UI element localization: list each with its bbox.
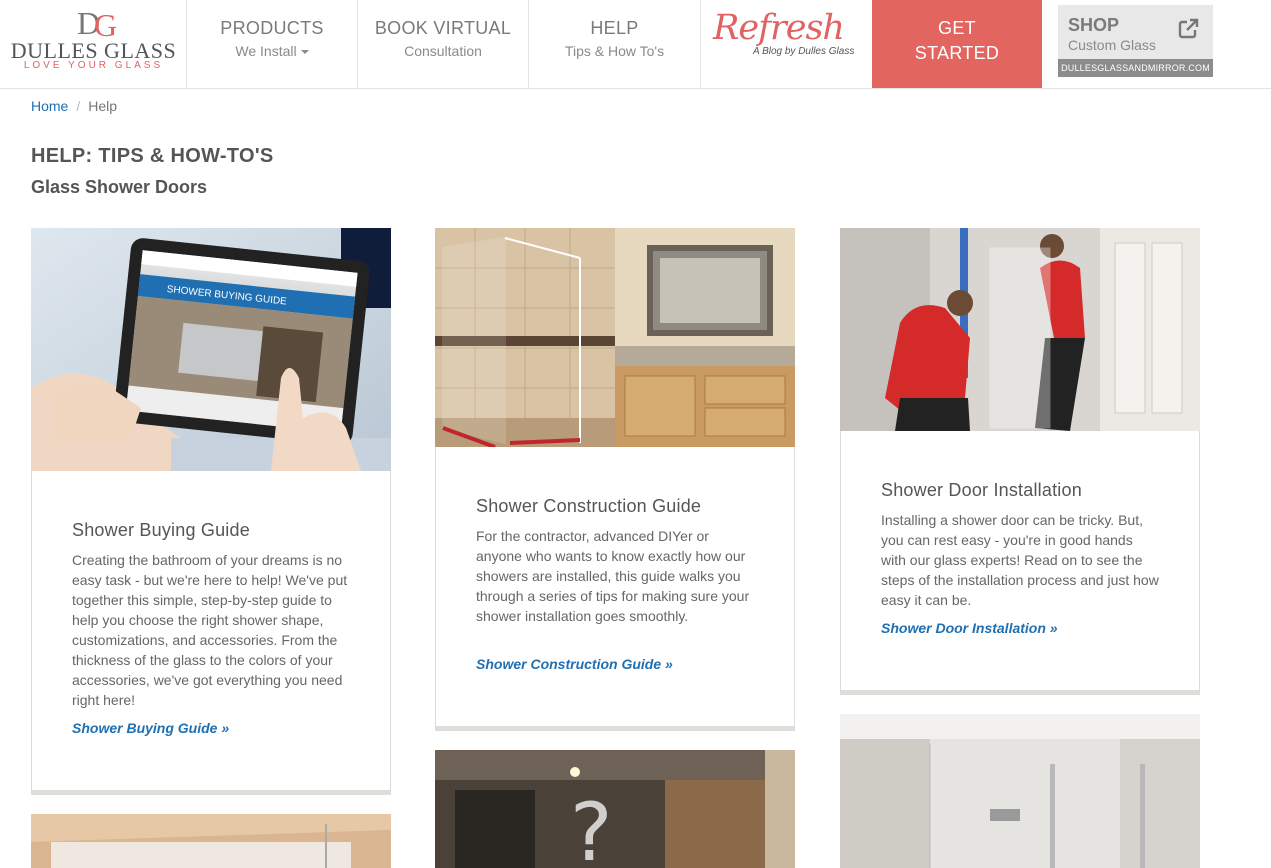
nav-products-sub: We Install xyxy=(187,43,357,59)
card-shower-door-installation: Shower Door Installation Installing a sh… xyxy=(840,228,1200,691)
breadcrumb-home[interactable]: Home xyxy=(31,98,68,114)
card-shower-buying-guide: SHOWER BUYING GUIDE Shower Buying Guide … xyxy=(31,228,391,791)
installers-photo xyxy=(840,228,1200,431)
breadcrumb-separator: / xyxy=(76,98,81,114)
page-title: HELP: TIPS & HOW-TO'S xyxy=(31,145,274,167)
shower-door-installation-link[interactable]: Shower Door Installation » xyxy=(881,620,1058,636)
card-description: For the contractor, advanced DIYer or an… xyxy=(476,528,750,624)
breadcrumb: Home / Help xyxy=(31,98,117,114)
dg-monogram-icon: D G xyxy=(77,5,117,40)
nav-products-sub-text: We Install xyxy=(235,43,297,59)
svg-text:G: G xyxy=(94,7,117,40)
page-subtitle: Glass Shower Doors xyxy=(31,177,208,197)
bathroom-photo xyxy=(435,228,795,447)
nav-book-virtual[interactable]: BOOK VIRTUAL Consultation xyxy=(358,0,529,88)
shop-subtitle: Custom Glass xyxy=(1068,37,1156,53)
next-card-image-col1[interactable] xyxy=(31,814,391,868)
tablet-photo: SHOWER BUYING GUIDE xyxy=(31,228,391,471)
glass-shower-photo xyxy=(840,714,1200,868)
nav-products-label: PRODUCTS xyxy=(220,18,324,38)
nav-book-virtual-label: BOOK VIRTUAL xyxy=(374,18,512,38)
svg-text:?: ? xyxy=(570,786,612,868)
refresh-blog-link[interactable]: Refresh A Blog by Dulles Glass xyxy=(701,0,872,88)
breadcrumb-current: Help xyxy=(88,98,118,114)
shower-construction-guide-link[interactable]: Shower Construction Guide » xyxy=(476,656,673,672)
next-card-image-col2[interactable]: ? xyxy=(435,750,795,868)
caret-down-icon xyxy=(300,50,309,55)
nav-help-label: HELP xyxy=(590,18,639,38)
shop-custom-glass-button[interactable]: SHOP Custom Glass DULLESGLASSANDMIRROR.C… xyxy=(1058,5,1213,77)
card-title: Shower Buying Guide xyxy=(72,520,250,540)
card-description: Installing a shower door can be tricky. … xyxy=(881,512,1159,608)
nav-products[interactable]: PRODUCTS We Install xyxy=(187,0,358,88)
external-link-icon xyxy=(1178,18,1199,39)
shower-construction-guide-image[interactable] xyxy=(435,228,795,447)
shower-buying-guide-link[interactable]: Shower Buying Guide » xyxy=(72,720,229,736)
shop-title: SHOP xyxy=(1068,15,1120,35)
shower-buying-guide-image[interactable]: SHOWER BUYING GUIDE xyxy=(31,228,391,471)
nav-help-sub: Tips & How To's xyxy=(564,43,665,59)
question-shower-photo: ? xyxy=(435,750,795,868)
get-started-line2: STARTED xyxy=(914,43,1000,63)
nav-help[interactable]: HELP Tips & How To's xyxy=(529,0,701,88)
blog-title: Refresh xyxy=(713,8,845,48)
card-title: Shower Construction Guide xyxy=(476,496,702,516)
shower-door-installation-image[interactable] xyxy=(840,228,1200,431)
next-card-image-col3[interactable] xyxy=(840,714,1200,868)
card-title: Shower Door Installation xyxy=(881,480,1082,500)
travertine-photo xyxy=(31,814,391,868)
nav-book-virtual-sub: Consultation xyxy=(404,43,482,59)
get-started-button[interactable]: GET STARTED xyxy=(872,0,1042,88)
card-description: Creating the bathroom of your dreams is … xyxy=(72,552,348,708)
blog-subtitle: A Blog by Dulles Glass xyxy=(753,46,855,57)
logo-tagline: LOVE YOUR GLASS xyxy=(23,60,164,71)
shop-url: DULLESGLASSANDMIRROR.COM xyxy=(1058,59,1213,77)
get-started-line1: GET xyxy=(938,18,976,38)
dulles-glass-logo[interactable]: D G DULLES GLASS LOVE YOUR GLASS xyxy=(0,0,187,88)
card-shower-construction-guide: Shower Construction Guide For the contra… xyxy=(435,228,795,727)
site-header: D G DULLES GLASS LOVE YOUR GLASS PRODUCT… xyxy=(0,0,1271,89)
